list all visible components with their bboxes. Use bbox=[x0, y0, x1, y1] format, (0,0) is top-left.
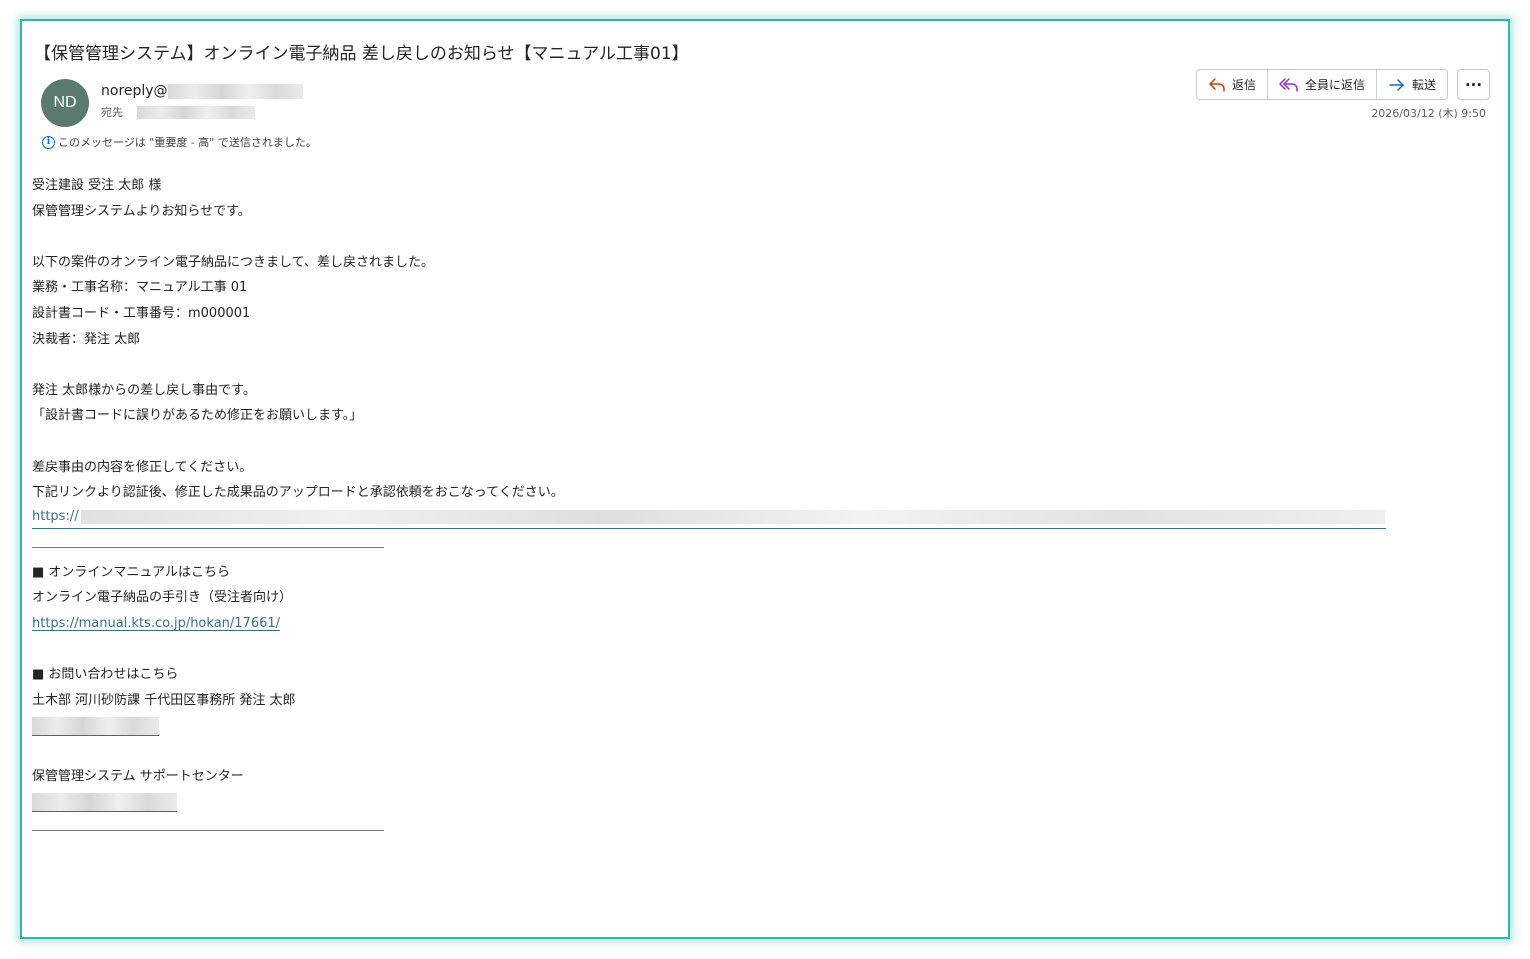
upload-request: 下記リンクより認証後、修正した成果品のアップロードと承認依頼をおこなってください… bbox=[32, 485, 564, 501]
support-name: 保管管理システム サポートセンター bbox=[32, 769, 244, 785]
contact-name: 土木部 河川砂防課 千代田区事務所 発注 太郎 bbox=[32, 692, 296, 708]
email-reading-pane: 【保管管理システム】オンライン電子納品 差し戻しのお知らせ【マニュアル工事01】… bbox=[20, 19, 1510, 939]
contact-heading: ■ お問い合わせはこちら bbox=[32, 667, 179, 683]
sender-avatar[interactable]: ND bbox=[41, 79, 89, 127]
recipient-line: 宛先 bbox=[101, 104, 255, 120]
contact-link[interactable] bbox=[32, 713, 1386, 739]
reply-icon bbox=[1209, 77, 1225, 92]
received-date: 2026/03/12 (木) 9:50 bbox=[1371, 107, 1486, 120]
redacted-contact bbox=[32, 716, 159, 736]
redacted-auth-url bbox=[80, 509, 1385, 524]
sender-line: noreply@ bbox=[101, 83, 303, 99]
reply-label: 返信 bbox=[1232, 78, 1257, 92]
redacted-recipient bbox=[137, 105, 255, 119]
fix-request: 差戻事由の内容を修正してください。 bbox=[32, 459, 253, 475]
reply-all-button[interactable]: 全員に返信 bbox=[1268, 70, 1378, 99]
sender-address[interactable]: noreply@ bbox=[101, 83, 168, 99]
importance-banner: i このメッセージは "重要度 - 高" で送信されました。 bbox=[42, 134, 317, 150]
approver: 決裁者：発注 太郎 bbox=[32, 331, 141, 347]
notice-text: 以下の案件のオンライン電子納品につきまして、差し戻されました。 bbox=[32, 254, 434, 270]
support-link[interactable] bbox=[32, 790, 1386, 816]
manual-link[interactable]: https://manual.kts.co.jp/hokan/17661/ bbox=[32, 616, 280, 631]
reply-button-group: 返信 全員に返信 転送 bbox=[1196, 69, 1449, 100]
divider-bottom bbox=[32, 829, 384, 831]
redacted-sender-domain bbox=[167, 83, 303, 99]
forward-icon bbox=[1389, 78, 1404, 91]
reply-all-label: 全員に返信 bbox=[1305, 78, 1366, 92]
forward-button[interactable]: 転送 bbox=[1377, 70, 1448, 99]
greeting: 受注建設 受注 太郎 様 bbox=[32, 178, 162, 193]
project-name: 業務・工事名称：マニュアル工事 01 bbox=[32, 280, 248, 296]
intro-text: 保管管理システムよりお知らせです。 bbox=[32, 203, 251, 219]
reply-button[interactable]: 返信 bbox=[1197, 70, 1269, 99]
reply-all-icon bbox=[1279, 77, 1298, 92]
manual-heading: ■ オンラインマニュアルはこちら bbox=[32, 564, 231, 580]
to-label: 宛先 bbox=[101, 106, 123, 119]
email-subject: 【保管管理システム】オンライン電子納品 差し戻しのお知らせ【マニュアル工事01】 bbox=[34, 44, 689, 64]
redacted-support-contact bbox=[32, 793, 177, 813]
reason-text: 「設計書コードに誤りがあるため修正をお願いします。」 bbox=[32, 408, 363, 424]
email-body: 受注建設 受注 太郎 様 保管管理システムよりお知らせです。 以下の案件のオンラ… bbox=[32, 173, 1386, 831]
manual-title: オンライン電子納品の手引き（受注者向け） bbox=[32, 590, 293, 606]
reason-intro: 発注 太郎様からの差し戻し事由です。 bbox=[32, 382, 256, 398]
auth-link[interactable]: https:// bbox=[32, 506, 1386, 529]
message-actions: 返信 全員に返信 転送 ··· bbox=[1196, 69, 1491, 100]
info-icon: i bbox=[42, 135, 55, 149]
design-code: 設計書コード・工事番号：m000001 bbox=[32, 305, 251, 321]
more-actions-button[interactable]: ··· bbox=[1457, 69, 1491, 100]
auth-link-prefix[interactable]: https:// bbox=[32, 509, 79, 524]
forward-label: 転送 bbox=[1412, 78, 1437, 92]
importance-text: このメッセージは "重要度 - 高" で送信されました。 bbox=[58, 136, 317, 149]
